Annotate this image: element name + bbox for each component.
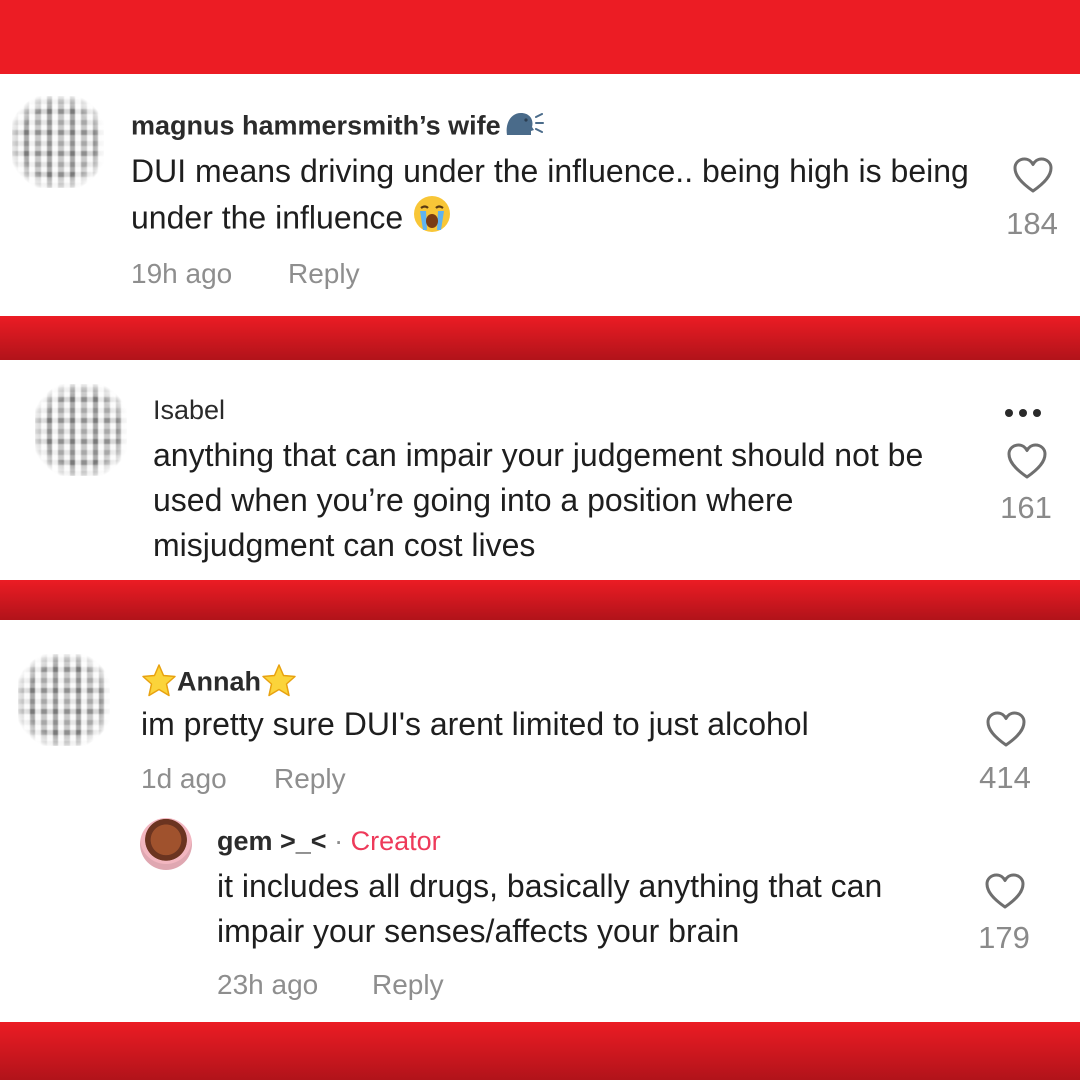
heart-icon[interactable] — [985, 710, 1027, 748]
avatar-blurred[interactable] — [35, 384, 127, 476]
like-count: 179 — [978, 920, 1030, 955]
more-options-icon[interactable] — [1002, 404, 1050, 424]
like-count: 161 — [1000, 490, 1052, 525]
reply-button[interactable]: Reply — [288, 258, 360, 290]
red-band-bottom — [0, 1022, 1080, 1080]
star-icon — [141, 663, 177, 704]
reply-text: it includes all drugs, basically anythin… — [217, 868, 883, 949]
heart-icon[interactable] — [1006, 442, 1048, 480]
reply-button[interactable]: Reply — [274, 763, 346, 795]
comment-card-3: Annah im pretty sure DUI's arent limited… — [0, 620, 1080, 1022]
heart-icon[interactable] — [984, 872, 1026, 910]
comment-username[interactable]: Annah — [141, 663, 297, 704]
avatar-blurred[interactable] — [18, 654, 110, 746]
like-count: 414 — [979, 760, 1031, 795]
creator-badge: Creator — [350, 826, 441, 856]
heart-icon[interactable] — [1012, 156, 1054, 194]
reply-timestamp: 23h ago — [217, 969, 319, 1000]
reply-username[interactable]: gem >_< · Creator — [217, 826, 441, 857]
loudly-crying-face-icon — [412, 194, 452, 246]
avatar-blurred[interactable] — [12, 96, 104, 188]
comment-timestamp: 1d ago — [141, 763, 227, 794]
comment-text: DUI means driving under the influence.. … — [131, 149, 981, 246]
comment-username[interactable]: magnus hammersmith’s wife — [131, 109, 545, 146]
red-band-1 — [0, 316, 1080, 360]
red-band-2 — [0, 580, 1080, 620]
comment-text: im pretty sure DUI's arent limited to ju… — [141, 706, 809, 742]
comment-timestamp: 19h ago — [131, 258, 233, 289]
red-band-top — [0, 0, 1080, 74]
comment-username[interactable]: Isabel — [153, 395, 225, 426]
comment-text: anything that can impair your judgement … — [153, 437, 924, 563]
comment-card-2: Isabel anything that can impair your jud… — [0, 360, 1080, 580]
reply-button[interactable]: Reply — [372, 969, 444, 1001]
speaking-head-icon — [501, 109, 545, 146]
avatar[interactable] — [140, 818, 192, 870]
comment-card-1: magnus hammersmith’s wife DUI means driv… — [0, 74, 1080, 316]
like-count: 184 — [1006, 206, 1058, 241]
star-icon — [261, 663, 297, 704]
